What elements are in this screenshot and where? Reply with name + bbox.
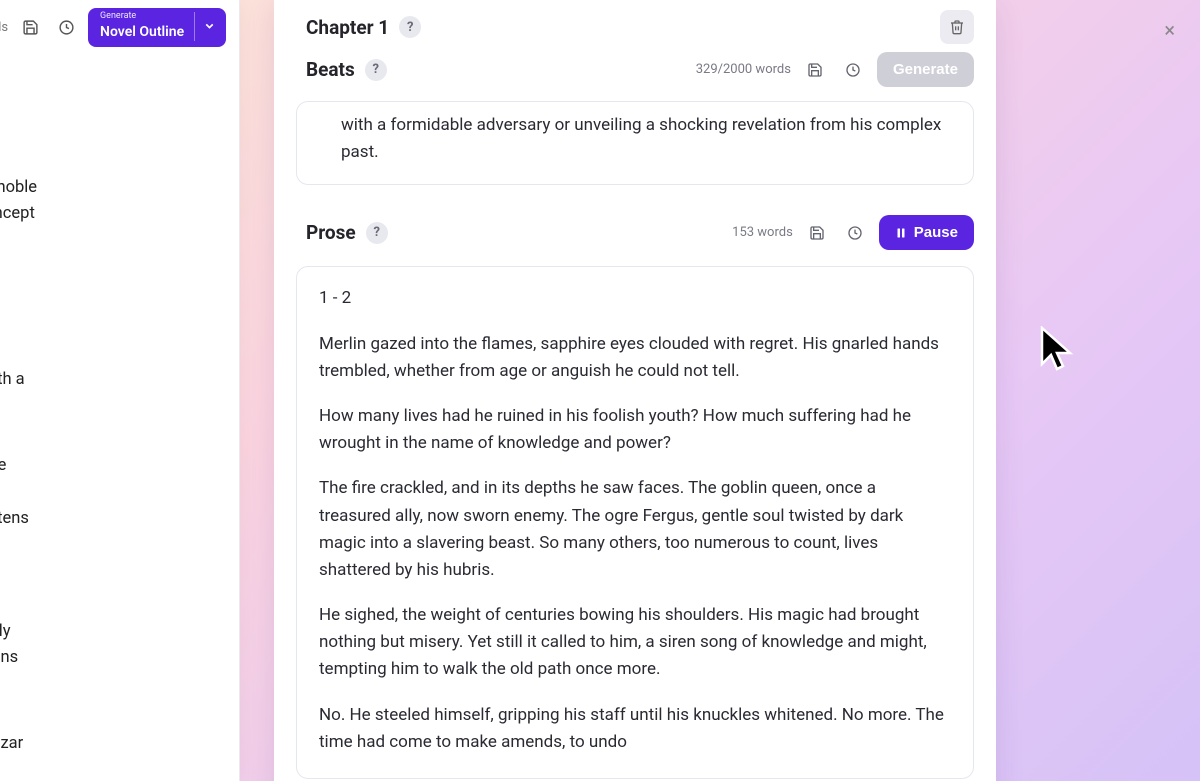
help-icon[interactable]: ? [365, 59, 387, 81]
sidebar: ds Generate Novel Outline ers Cassius Ir… [0, 0, 240, 781]
outline-paragraph: ers Cassius Ironheart, a noble :assius's… [0, 175, 220, 254]
beats-title: Beats [306, 58, 355, 81]
prose-wordcount: 153 words [732, 225, 793, 240]
trash-button[interactable] [940, 10, 974, 44]
cursor-icon [1038, 326, 1078, 374]
prose-paragraph: The fire crackled, and in its depths he … [319, 475, 951, 584]
save-icon[interactable] [803, 219, 831, 247]
main-card: Chapter 1 ? Beats ? 329/2000 words Gener… [274, 0, 996, 781]
generate-label: Novel Outline [100, 24, 184, 40]
save-icon[interactable] [16, 13, 44, 41]
outline-paragraph: ns work to build bridges they face numer… [0, 314, 220, 393]
prose-title: Prose [306, 221, 356, 244]
generate-sublabel: Generate [100, 12, 184, 21]
generate-beats-button[interactable]: Generate [877, 52, 974, 87]
sidebar-stub-text: ds [0, 20, 8, 35]
save-icon[interactable] [801, 56, 829, 84]
pause-label: Pause [914, 224, 958, 241]
prose-marker: 1 - 2 [319, 285, 951, 312]
outline-paragraph: is shattered when Balthazar e goblin tow… [0, 731, 220, 781]
close-icon[interactable]: × [1164, 18, 1175, 42]
generate-novel-outline-button[interactable]: Generate Novel Outline [88, 8, 226, 47]
beats-text[interactable]: with a formidable adversary or unveiling… [296, 101, 974, 185]
prose-paragraph: How many lives had he ruined in his fool… [319, 403, 951, 457]
outline-paragraph: nage to broker a tentative atures, but t… [0, 453, 220, 532]
help-icon[interactable]: ? [366, 222, 388, 244]
prose-paragraph: Merlin gazed into the flames, sapphire e… [319, 331, 951, 385]
beats-wordcount: 329/2000 words [696, 62, 791, 77]
chevron-down-icon[interactable] [194, 12, 216, 41]
history-icon[interactable] [839, 56, 867, 84]
help-icon[interactable]: ? [399, 16, 421, 38]
prose-text[interactable]: 1 - 2 Merlin gazed into the flames, sapp… [296, 266, 974, 779]
prose-paragraph: He sighed, the weight of centuries bowin… [319, 602, 951, 684]
outline-fragment: ers Cassius Ironheart, a noble :assius's… [0, 55, 220, 781]
pause-icon [895, 227, 907, 239]
outline-paragraph: a new revelation about n enemy, but rath… [0, 592, 220, 671]
prose-paragraph: No. He steeled himself, gripping his sta… [319, 702, 951, 756]
history-icon[interactable] [52, 13, 80, 41]
chapter-title: Chapter 1 [306, 16, 389, 39]
pause-button[interactable]: Pause [879, 215, 974, 250]
generate-beats-label: Generate [893, 61, 958, 78]
history-icon[interactable] [841, 219, 869, 247]
